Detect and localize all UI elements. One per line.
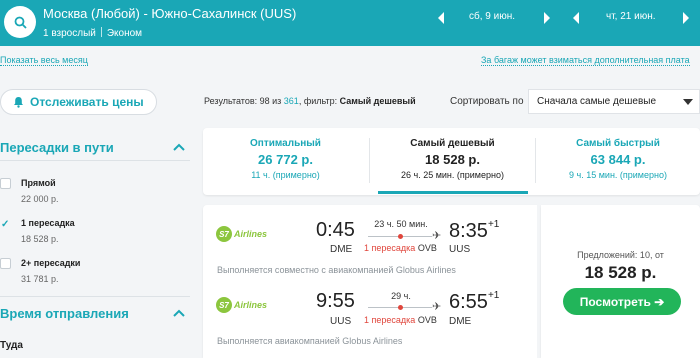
bell-icon: [14, 97, 23, 108]
arrive-time: 8:35+1: [449, 219, 499, 243]
checkbox[interactable]: [0, 258, 11, 269]
checkbox[interactable]: [0, 178, 11, 189]
departure-filter-title[interactable]: Время отправления: [0, 306, 129, 321]
stop-dot: [398, 234, 403, 239]
stop-dot: [398, 305, 403, 310]
plane-icon: ✈: [432, 301, 442, 313]
plane-icon: ✈: [432, 230, 442, 242]
prev-depart-date-icon[interactable]: [436, 11, 446, 25]
results-prefix: Результатов: 98 из: [204, 96, 284, 106]
option-label: 1 пересадка: [21, 218, 75, 228]
track-prices-label: Отслеживать цены: [30, 95, 144, 109]
trip-details[interactable]: 1 взрослый Эконом: [43, 27, 142, 39]
next-depart-date-icon[interactable]: [542, 11, 552, 25]
route-title[interactable]: Москва (Любой) - Южно-Сахалинск (UUS): [43, 6, 296, 21]
cabin-class: Эконом: [106, 28, 143, 39]
chevron-up-icon[interactable]: [173, 143, 185, 151]
passenger-count: 1 взрослый: [43, 28, 96, 39]
divider: [100, 27, 102, 37]
depart-airport: DME: [330, 244, 353, 255]
departure-direction-label: Туда: [0, 340, 23, 351]
transfer-info[interactable]: 1 пересадка OVB: [364, 315, 437, 325]
tab-label: Самый дешевый: [410, 138, 495, 149]
depart-time: 9:55: [316, 290, 355, 312]
chevron-down-icon: [683, 99, 693, 105]
offers-count: Предложений: 10, от: [577, 250, 664, 260]
track-prices-button[interactable]: Отслеживать цены: [0, 89, 157, 115]
tab-cheapest[interactable]: Самый дешевый 18 528 р. 26 ч. 25 мин. (п…: [370, 128, 535, 195]
airline-mark: S7: [216, 226, 232, 242]
tab-duration: 11 ч. (примерно): [251, 170, 320, 180]
arrive-time: 6:55+1: [449, 290, 499, 314]
return-date[interactable]: чт, 21 июн.: [606, 11, 656, 22]
active-tab-indicator: [378, 191, 528, 194]
arrive-time-value: 8:35: [449, 220, 488, 242]
tab-price: 18 528 р.: [425, 152, 480, 167]
arrive-airport: UUS: [449, 244, 471, 255]
transfer-count: 1 пересадка: [364, 243, 416, 253]
tab-label: Самый быстрый: [576, 138, 660, 149]
tab-duration: 9 ч. 15 мин. (примерно): [569, 170, 667, 180]
sort-label: Сортировать по: [450, 96, 524, 107]
arrive-airport: DME: [449, 316, 472, 327]
prev-return-date-icon[interactable]: [571, 11, 581, 25]
offer-price: 18 528 р.: [584, 263, 657, 282]
tab-price: 63 844 р.: [590, 152, 646, 167]
flight-duration: 23 ч. 50 мин.: [374, 219, 428, 229]
arrive-time-value: 6:55: [449, 291, 488, 313]
option-price: 22 000 р.: [21, 194, 59, 204]
day-offset: +1: [487, 290, 500, 301]
baggage-fee-link-text[interactable]: За багаж может взиматься дополнительная …: [481, 55, 690, 66]
results-filter-label: , фильтр:: [298, 96, 340, 106]
sort-tabs: Оптимальный 26 772 р. 11 ч. (примерно) С…: [203, 128, 700, 195]
chevron-up-icon[interactable]: [173, 309, 185, 317]
tab-fastest[interactable]: Самый быстрый 63 844 р. 9 ч. 15 мин. (пр…: [536, 128, 700, 195]
option-price: 31 781 р.: [21, 274, 59, 284]
sort-select[interactable]: Сначала самые дешевые: [528, 89, 700, 114]
transfer-count: 1 пересадка: [364, 315, 416, 325]
option-label: Прямой: [21, 178, 56, 188]
search-icon: [14, 16, 27, 29]
divider: [0, 160, 190, 161]
search-button[interactable]: [4, 6, 36, 38]
tab-duration: 26 ч. 25 мин. (примерно): [401, 170, 504, 180]
operator-note: Выполняется совместно с авиакомпанией Gl…: [217, 265, 456, 275]
tab-label: Оптимальный: [250, 138, 321, 149]
stops-filter-title[interactable]: Пересадки в пути: [0, 140, 114, 155]
transfer-airport: OVB: [417, 243, 437, 253]
airline-logo: S7 Airlines: [216, 297, 267, 313]
search-header: Москва (Любой) - Южно-Сахалинск (UUS) 1 …: [0, 0, 700, 46]
results-total-link[interactable]: 361: [284, 96, 299, 106]
checkmark-icon[interactable]: ✓: [1, 219, 9, 230]
sort-select-value: Сначала самые дешевые: [537, 96, 657, 107]
airline-logo: S7 Airlines: [216, 226, 267, 242]
results-filter-value: Самый дешевый: [339, 96, 416, 106]
depart-airport: UUS: [330, 316, 352, 327]
airline-name: Airlines: [234, 229, 268, 239]
show-month-link[interactable]: Показать весь месяц: [0, 55, 88, 66]
baggage-fee-link[interactable]: За багаж может взиматься дополнительная …: [481, 55, 690, 66]
tab-optimal[interactable]: Оптимальный 26 772 р. 11 ч. (примерно): [203, 128, 368, 195]
depart-time: 0:45: [316, 219, 355, 241]
results-summary: Результатов: 98 из 361, фильтр: Самый де…: [204, 96, 416, 106]
tab-price: 26 772 р.: [258, 152, 313, 167]
show-month-link-text[interactable]: Показать весь месяц: [0, 55, 88, 66]
option-price: 18 528 р.: [21, 234, 59, 244]
day-offset: +1: [487, 219, 500, 230]
transfer-info[interactable]: 1 пересадка OVB: [364, 243, 437, 253]
view-offer-button[interactable]: Посмотреть ➔: [563, 288, 681, 315]
airline-mark: S7: [216, 297, 232, 313]
airline-name: Airlines: [234, 300, 268, 310]
option-label: 2+ пересадки: [21, 258, 81, 268]
operator-note: Выполняется авиакомпанией Globus Airline…: [217, 336, 403, 346]
depart-date[interactable]: сб, 9 июн.: [469, 11, 515, 22]
divider: [0, 296, 190, 297]
next-return-date-icon[interactable]: [681, 11, 691, 25]
transfer-airport: OVB: [417, 315, 437, 325]
